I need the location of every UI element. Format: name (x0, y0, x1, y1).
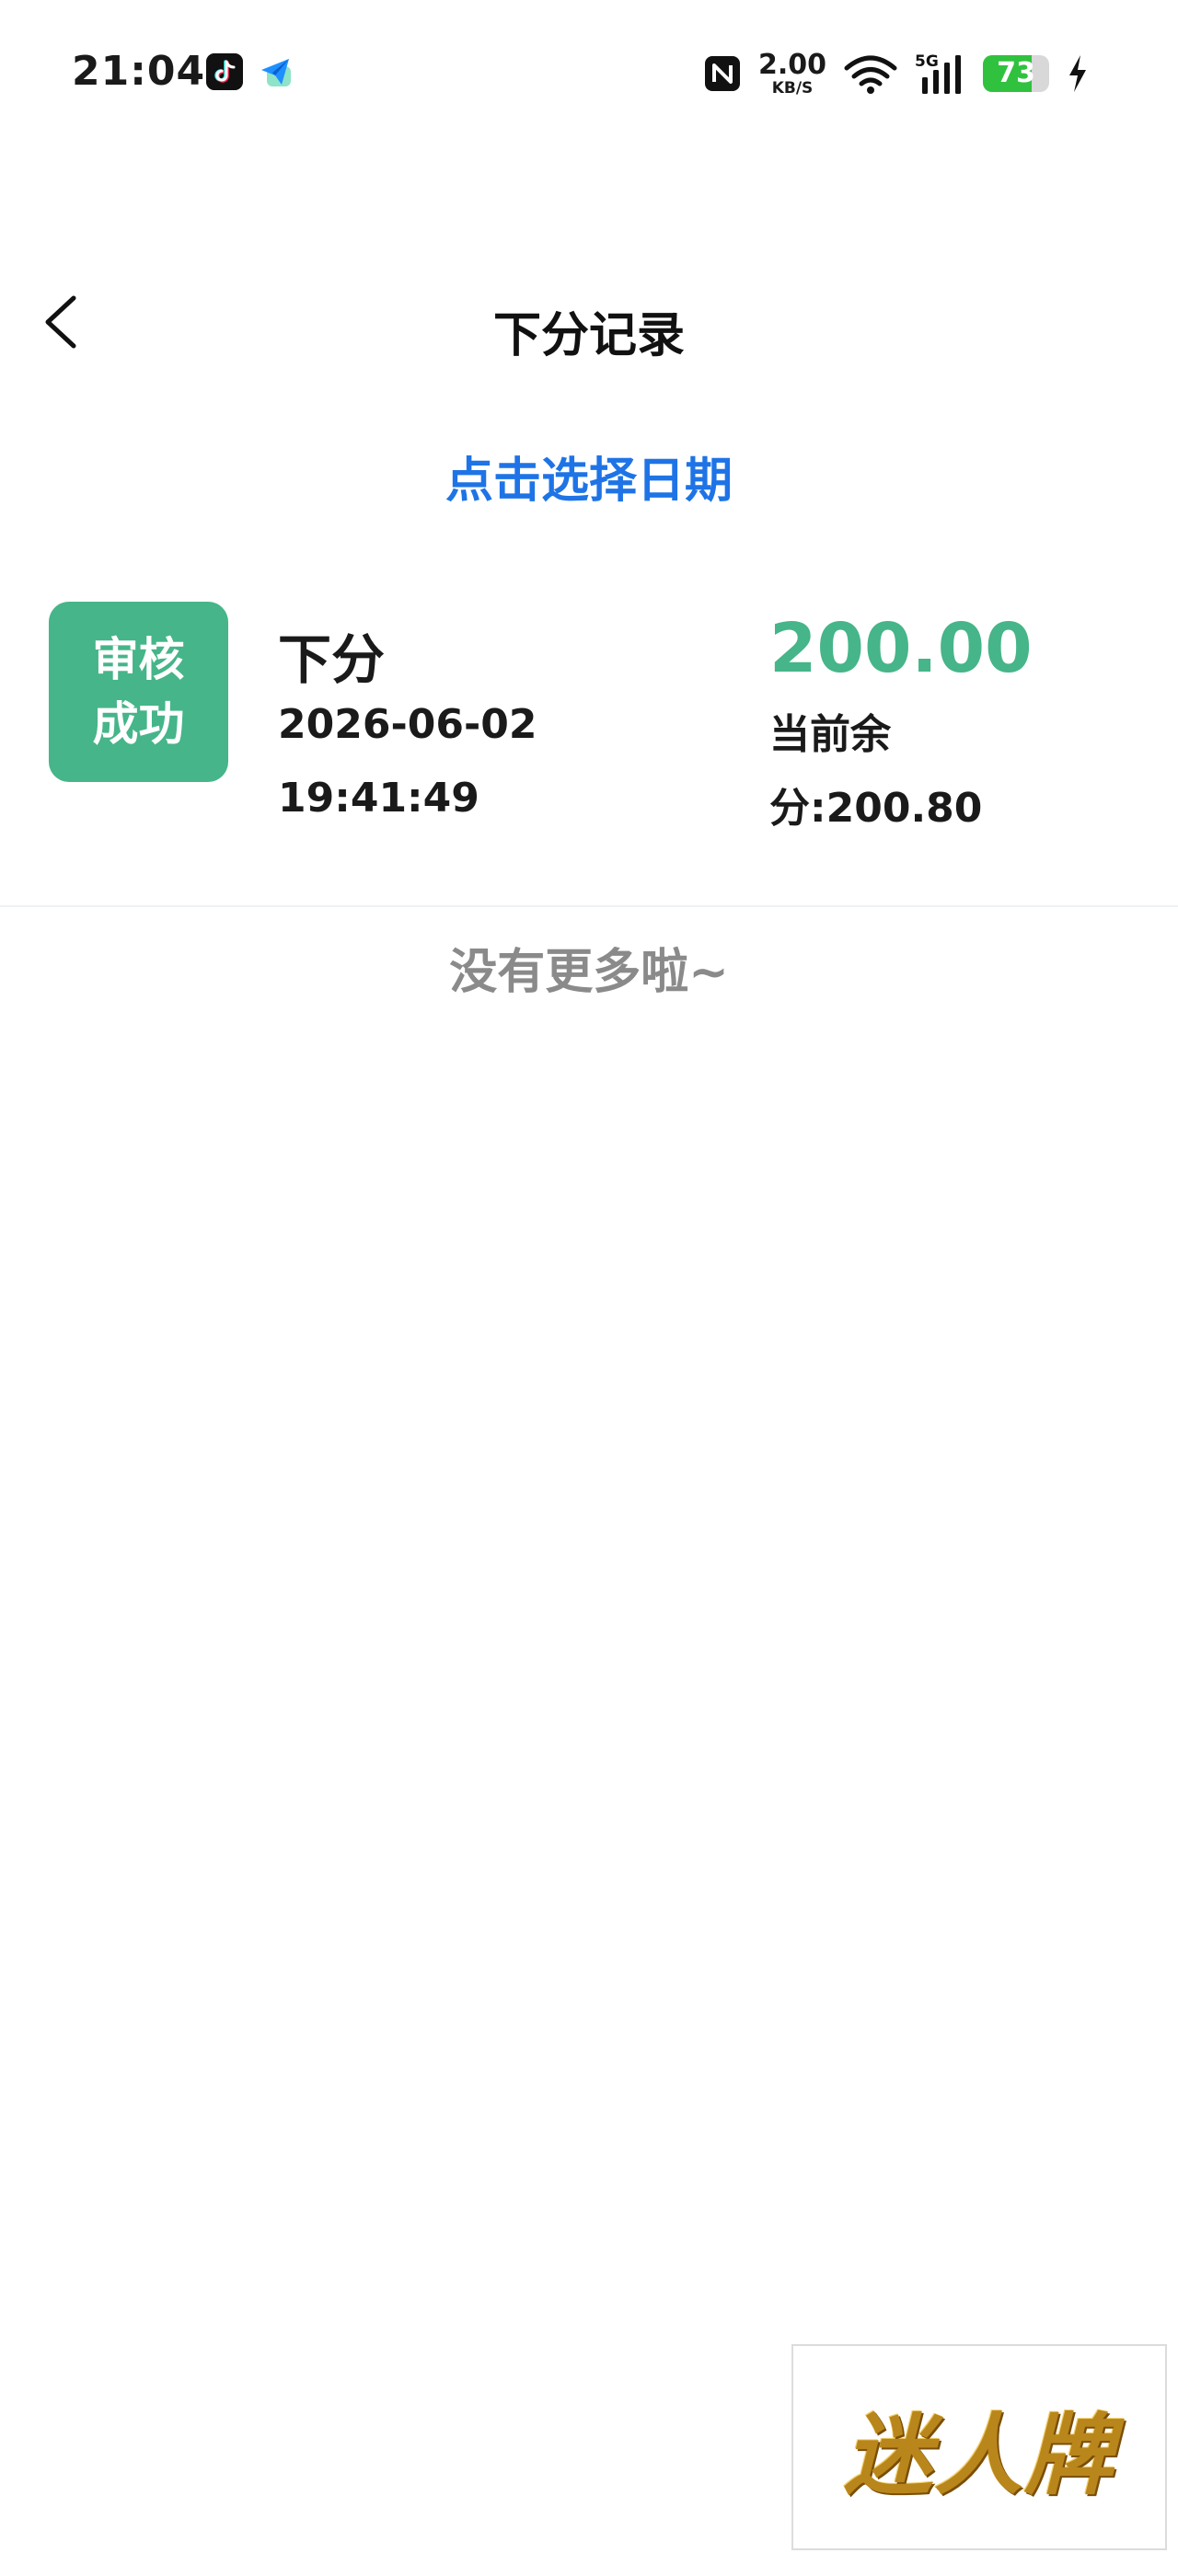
status-icons: 2.00 KB/S 5G 73 (703, 48, 1090, 99)
divider (0, 905, 1178, 907)
balance-value: 分:200.80 (769, 785, 983, 832)
balance-label: 当前余 (769, 711, 891, 758)
wifi-icon (844, 55, 897, 94)
network-speed-value: 2.00 (757, 48, 826, 81)
record-amount: 200.00 (769, 609, 1033, 688)
record-date: 2026-06-02 (278, 701, 537, 748)
watermark-logo: 迷人牌 (791, 2344, 1167, 2550)
page-title: 下分记录 (492, 308, 685, 363)
list-end-text: 没有更多啦~ (449, 945, 729, 1000)
record-time: 19:41:49 (278, 775, 479, 822)
status-badge-line2: 成功 (92, 697, 185, 751)
tiktok-icon (206, 53, 243, 90)
status-time: 21:04 (72, 48, 206, 95)
record-type: 下分 (278, 628, 386, 691)
network-speed-unit: KB/S (771, 78, 814, 98)
plane-icon (261, 59, 291, 86)
record-list-item[interactable]: 审核 成功 下分 2026-06-02 19:41:49 200.00 当前余 … (0, 589, 1178, 905)
select-date-link[interactable]: 点击选择日期 (0, 442, 1178, 511)
watermark-text: 迷人牌 (844, 2402, 1114, 2507)
signal-icon: 5G (915, 52, 961, 94)
status-badge: 审核 成功 (49, 602, 228, 782)
network-type-label: 5G (915, 52, 939, 71)
battery-level-label: 73 (997, 57, 1035, 89)
status-bar: 21:04 2.00 KB/S 5G 73 (0, 0, 1178, 147)
status-badge-line1: 审核 (92, 633, 185, 686)
network-speed: 2.00 KB/S (757, 48, 826, 98)
charging-icon (1069, 55, 1086, 92)
nfc-icon (704, 56, 740, 91)
battery-indicator: 73 (983, 55, 1049, 92)
